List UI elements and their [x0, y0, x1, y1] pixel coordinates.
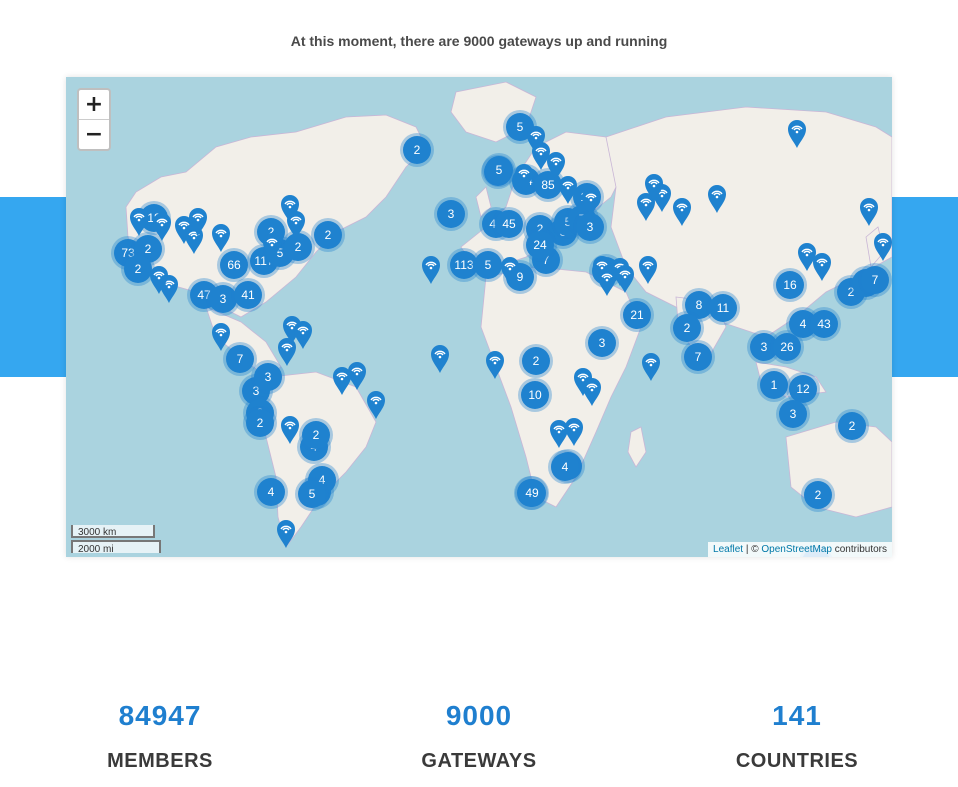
zoom-in-button[interactable]: + — [79, 90, 109, 119]
gateway-cluster[interactable]: 7 — [684, 343, 712, 371]
gateway-cluster[interactable]: 2 — [673, 314, 701, 342]
gateway-cluster[interactable]: 3 — [254, 363, 282, 391]
gateway-pin-icon[interactable] — [500, 256, 520, 286]
gateway-pin-icon[interactable] — [787, 119, 807, 149]
gateway-cluster[interactable]: 1 — [760, 371, 788, 399]
gateway-cluster[interactable]: 3 — [209, 285, 237, 313]
scale-bar: 3000 km 2000 mi — [71, 525, 161, 555]
osm-link[interactable]: OpenStreetMap — [761, 544, 832, 555]
stat-countries: 141 COUNTRIES — [677, 700, 917, 773]
gateway-pin-icon[interactable] — [638, 255, 658, 285]
gateway-cluster[interactable]: 7 — [861, 266, 889, 294]
gateway-pin-icon[interactable] — [129, 207, 149, 237]
gateway-cluster[interactable]: 2 — [804, 481, 832, 509]
gateway-pin-icon[interactable] — [366, 390, 386, 420]
gateway-cluster[interactable]: 2 — [314, 221, 342, 249]
gateway-cluster[interactable]: 2 — [403, 136, 431, 164]
gateway-cluster[interactable]: 12 — [789, 375, 817, 403]
gateway-cluster[interactable]: 2 — [124, 255, 152, 283]
map-land — [125, 81, 892, 548]
gateway-cluster[interactable]: 66 — [220, 251, 248, 279]
gateway-pin-icon[interactable] — [188, 207, 208, 237]
gateway-cluster[interactable]: 3 — [437, 200, 465, 228]
gateway-pin-icon[interactable] — [615, 264, 635, 294]
gateway-pin-icon[interactable] — [211, 322, 231, 352]
gateway-cluster[interactable]: 24 — [526, 231, 554, 259]
gateway-pin-icon[interactable] — [262, 232, 282, 262]
gateway-pin-icon[interactable] — [581, 187, 601, 217]
land-australia — [785, 421, 892, 518]
gateway-pin-icon[interactable] — [421, 255, 441, 285]
gateway-pin-icon[interactable] — [514, 163, 534, 193]
attribution-separator: | © — [743, 544, 762, 555]
gateway-pin-icon[interactable] — [597, 267, 617, 297]
gateway-pin-icon[interactable] — [873, 232, 892, 262]
gateway-pin-icon[interactable] — [149, 265, 169, 295]
scale-mi: 2000 mi — [71, 540, 161, 555]
gateway-cluster[interactable]: 2 — [246, 409, 274, 437]
gateway-pin-icon[interactable] — [558, 175, 578, 205]
gateway-cluster[interactable]: 43 — [810, 310, 838, 338]
gateway-cluster[interactable]: 45 — [495, 210, 523, 238]
countries-count: 141 — [772, 700, 822, 731]
gateway-cluster[interactable]: 3 — [588, 329, 616, 357]
gateway-cluster[interactable]: 2 — [522, 347, 550, 375]
zoom-control: + − — [77, 88, 111, 151]
stat-gateways: 9000 GATEWAYS — [359, 700, 599, 773]
gateway-pin-icon[interactable] — [531, 141, 551, 171]
gateway-pin-icon[interactable] — [280, 415, 300, 445]
gateways-count: 9000 — [445, 700, 513, 731]
gateway-pin-icon[interactable] — [430, 344, 450, 374]
land-madagascar — [627, 426, 647, 468]
gateway-pin-icon[interactable] — [152, 212, 172, 242]
stat-members: 84947 MEMBERS — [40, 700, 280, 773]
gateway-pin-icon[interactable] — [644, 173, 664, 203]
gateway-cluster[interactable]: 5 — [474, 251, 502, 279]
gateway-cluster[interactable]: 2 — [302, 421, 330, 449]
gateway-cluster[interactable]: 4 — [551, 453, 579, 481]
gateway-pin-icon[interactable] — [812, 252, 832, 282]
attribution-suffix: contributors — [831, 544, 887, 555]
gateway-pin-icon[interactable] — [859, 197, 879, 227]
gateway-pin-icon[interactable] — [672, 197, 692, 227]
gateway-cluster[interactable]: 4 — [257, 478, 285, 506]
gateway-pin-icon[interactable] — [211, 223, 231, 253]
gateway-cluster[interactable]: 10 — [521, 381, 549, 409]
gateway-cluster[interactable]: 16 — [776, 271, 804, 299]
gateway-pin-icon[interactable] — [564, 417, 584, 447]
headline: At this moment, there are 9000 gateways … — [290, 33, 668, 49]
gateway-pin-icon[interactable] — [582, 377, 602, 407]
gateway-cluster[interactable]: 2 — [838, 412, 866, 440]
gateway-cluster[interactable]: 11 — [709, 294, 737, 322]
gateway-cluster[interactable]: 5 — [298, 480, 326, 508]
zoom-out-button[interactable]: − — [79, 119, 109, 149]
gateways-label: GATEWAYS — [421, 750, 537, 772]
leaflet-link[interactable]: Leaflet — [713, 544, 743, 555]
gateway-pin-icon[interactable] — [277, 337, 297, 367]
countries-label: COUNTRIES — [735, 750, 859, 772]
gateway-cluster[interactable]: 49 — [518, 479, 546, 507]
gateway-pin-icon[interactable] — [707, 184, 727, 214]
map-attribution: Leaflet | © OpenStreetMap contributors — [708, 542, 892, 557]
gateway-pin-icon[interactable] — [485, 350, 505, 380]
gateway-pin-icon[interactable] — [276, 519, 296, 549]
gateway-map[interactable]: + − 524745554851031135972322457318732247… — [66, 77, 892, 557]
gateway-cluster[interactable]: 3 — [779, 400, 807, 428]
gateway-pin-icon[interactable] — [641, 352, 661, 382]
members-label: MEMBERS — [107, 750, 213, 772]
gateway-pin-icon[interactable] — [286, 210, 306, 240]
gateway-pin-icon[interactable] — [347, 361, 367, 391]
gateway-cluster[interactable]: 21 — [623, 301, 651, 329]
members-count: 84947 — [118, 700, 202, 731]
gateway-cluster[interactable]: 41 — [234, 281, 262, 309]
scale-km: 3000 km — [71, 525, 155, 538]
gateway-cluster[interactable]: 3 — [576, 213, 604, 241]
gateway-cluster[interactable]: 5 — [485, 156, 513, 184]
gateway-cluster[interactable]: 26 — [773, 333, 801, 361]
